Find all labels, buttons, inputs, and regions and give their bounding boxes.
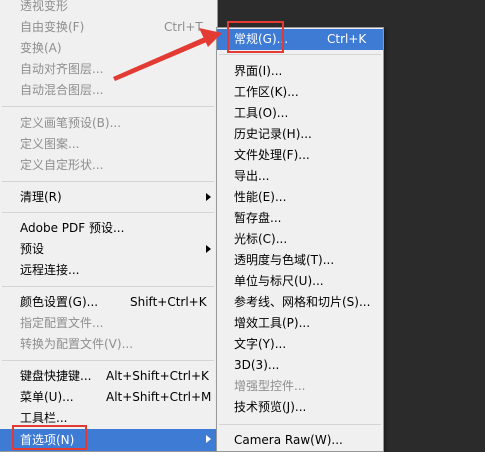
annotation-arrow-icon <box>113 28 222 81</box>
